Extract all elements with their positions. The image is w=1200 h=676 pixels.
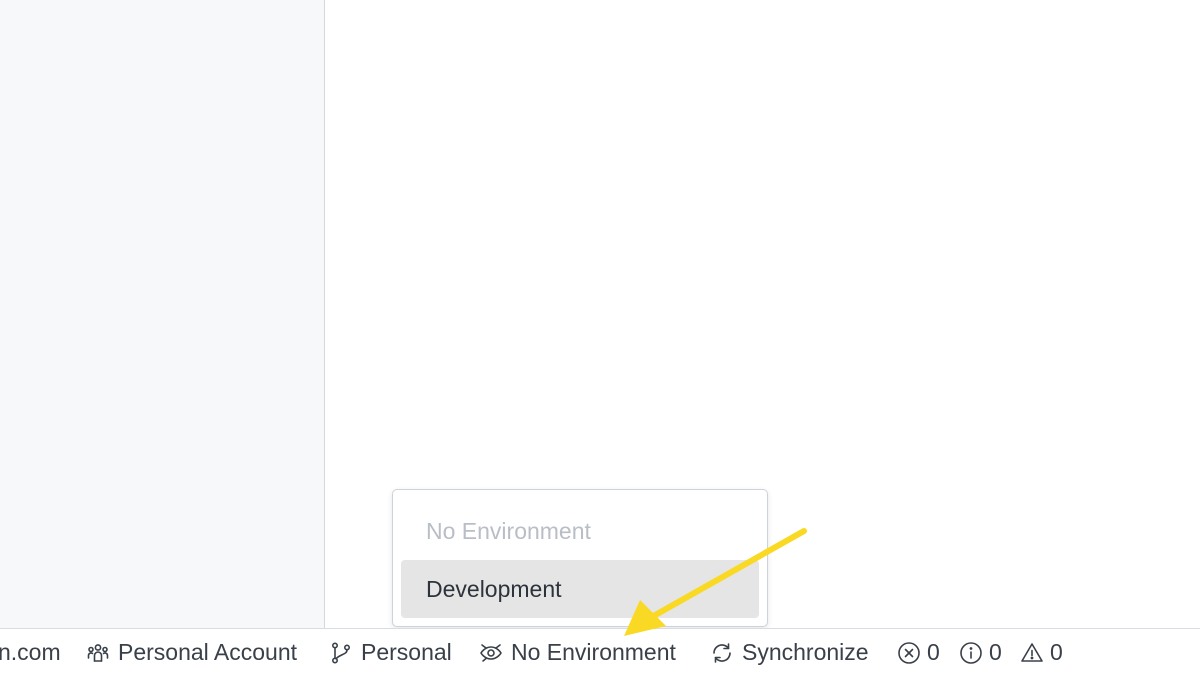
synchronize-button[interactable]: Synchronize: [710, 629, 869, 676]
synchronize-label: Synchronize: [742, 639, 869, 665]
errors-indicator[interactable]: 0: [897, 629, 940, 676]
account-button[interactable]: Personal Account: [86, 629, 297, 676]
environment-button[interactable]: No Environment: [479, 629, 676, 676]
info-count: 0: [989, 639, 1002, 665]
git-branch-icon: [331, 641, 351, 663]
workspace-button[interactable]: Personal: [329, 629, 452, 676]
error-circle-icon: [898, 641, 920, 664]
account-email-text: n.com: [0, 639, 61, 665]
refresh-icon: [713, 642, 731, 663]
account-label: Personal Account: [118, 639, 298, 665]
info-indicator[interactable]: 0: [959, 629, 1002, 676]
warnings-count: 0: [1050, 639, 1063, 665]
warnings-indicator[interactable]: 0: [1020, 629, 1063, 676]
dropdown-option-no-environment: No Environment: [426, 517, 591, 544]
environment-dropdown: No Environment Development: [392, 489, 768, 627]
dropdown-option-development[interactable]: Development: [401, 560, 759, 618]
environment-label: No Environment: [511, 639, 676, 665]
warning-triangle-icon: [1021, 642, 1043, 662]
errors-count: 0: [927, 639, 940, 665]
workspace-label: Personal: [361, 639, 452, 665]
users-icon: [87, 643, 109, 662]
sidebar-panel: [0, 0, 325, 628]
status-bar: n.com Personal Account Personal No Envir…: [0, 628, 1200, 676]
account-email[interactable]: n.com: [0, 629, 61, 676]
environment-eye-icon: [480, 643, 502, 662]
info-circle-icon: [960, 641, 982, 664]
